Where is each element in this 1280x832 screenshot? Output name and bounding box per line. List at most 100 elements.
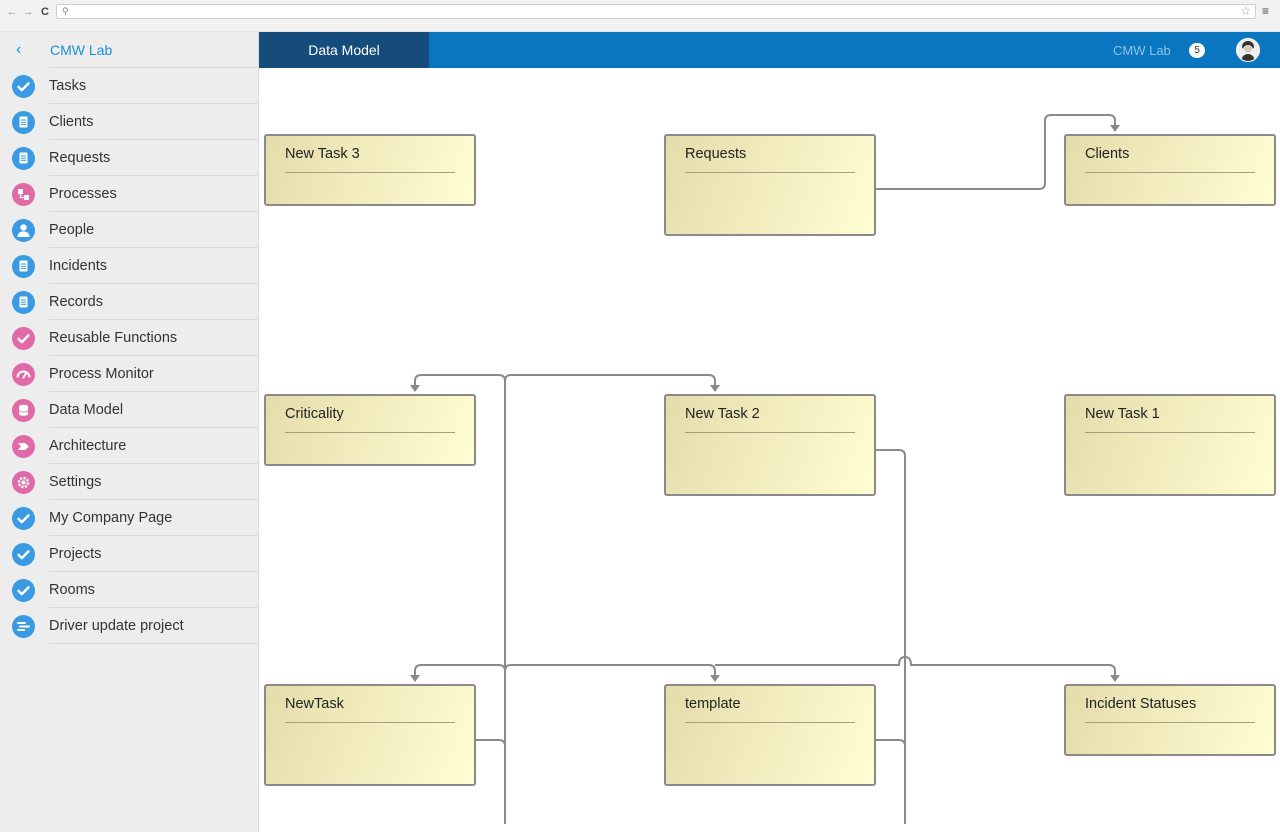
divider bbox=[1085, 432, 1255, 433]
connector-new-task-2 bbox=[875, 449, 906, 824]
search-icon: ⚲ bbox=[62, 6, 69, 16]
sidebar-item-label: Records bbox=[49, 294, 103, 310]
process-icon bbox=[12, 183, 35, 206]
sidebar-item-my-company-page[interactable]: My Company Page bbox=[0, 500, 258, 536]
sidebar-item-label: Tasks bbox=[49, 78, 87, 94]
sidebar-item-driver-update-project[interactable]: Driver update project bbox=[0, 608, 258, 644]
document-icon bbox=[12, 111, 35, 134]
sidebar-item-settings[interactable]: Settings bbox=[0, 464, 258, 500]
divider bbox=[685, 722, 855, 723]
entity-clients[interactable]: Clients bbox=[1064, 134, 1276, 206]
sidebar-item-process-monitor[interactable]: Process Monitor bbox=[0, 356, 258, 392]
document-icon bbox=[12, 255, 35, 278]
entity-newtask[interactable]: NewTask bbox=[264, 684, 476, 786]
sidebar-item-label: Projects bbox=[49, 546, 102, 562]
arrowhead-clients bbox=[1110, 125, 1120, 132]
arrowhead-criticality bbox=[410, 385, 420, 392]
address-bar[interactable]: ⚲ ☆ bbox=[56, 4, 1256, 19]
connector-to-incident-statuses bbox=[715, 655, 1116, 676]
diagram-canvas[interactable]: New Task 3 Requests Clients Criticality … bbox=[259, 68, 1280, 832]
sidebar-item-label: Reusable Functions bbox=[49, 330, 178, 346]
sidebar-item-architecture[interactable]: Architecture bbox=[0, 428, 258, 464]
workspace-name[interactable]: CMW Lab bbox=[1113, 43, 1171, 58]
entity-title: New Task 2 bbox=[685, 406, 760, 422]
chevron-left-icon[interactable]: ‹ bbox=[16, 41, 21, 59]
check-icon bbox=[12, 75, 35, 98]
connector-newtask bbox=[475, 739, 506, 747]
sidebar-item-label: People bbox=[49, 222, 95, 238]
forward-arrow-icon[interactable]: → bbox=[22, 5, 34, 19]
sidebar-item-people[interactable]: People bbox=[0, 212, 258, 248]
sidebar-item-processes[interactable]: Processes bbox=[0, 176, 258, 212]
entity-title: New Task 3 bbox=[285, 146, 360, 162]
entity-incident-statuses[interactable]: Incident Statuses bbox=[1064, 684, 1276, 756]
sidebar-header: ‹ CMW Lab bbox=[0, 32, 258, 68]
entity-title: Incident Statuses bbox=[1085, 696, 1197, 712]
divider bbox=[1085, 172, 1255, 173]
sidebar-item-label: Incidents bbox=[49, 258, 108, 274]
sidebar-item-data-model[interactable]: Data Model bbox=[0, 392, 258, 428]
sidebar-item-tasks[interactable]: Tasks bbox=[0, 68, 258, 104]
sidebar-title[interactable]: CMW Lab bbox=[50, 42, 112, 58]
divider bbox=[1085, 722, 1255, 723]
gantt-icon bbox=[12, 615, 35, 638]
arrowhead-incident-statuses bbox=[1110, 675, 1120, 682]
avatar[interactable] bbox=[1236, 38, 1260, 62]
entity-requests[interactable]: Requests bbox=[664, 134, 876, 236]
document-icon bbox=[12, 291, 35, 314]
divider bbox=[285, 722, 455, 723]
arrowhead-new-task-2 bbox=[710, 385, 720, 392]
entity-new-task-3[interactable]: New Task 3 bbox=[264, 134, 476, 206]
gear-icon bbox=[12, 471, 35, 494]
sidebar-item-label: Requests bbox=[49, 150, 111, 166]
entity-new-task-1[interactable]: New Task 1 bbox=[1064, 394, 1276, 496]
sidebar-item-label: My Company Page bbox=[49, 510, 173, 526]
sidebar-item-projects[interactable]: Projects bbox=[0, 536, 258, 572]
entity-new-task-2[interactable]: New Task 2 bbox=[664, 394, 876, 496]
sidebar-item-clients[interactable]: Clients bbox=[0, 104, 258, 140]
sidebar-item-label: Process Monitor bbox=[49, 366, 154, 382]
sidebar: ‹ CMW Lab Tasks Clients Requests Process… bbox=[0, 32, 259, 832]
divider bbox=[685, 432, 855, 433]
check-icon bbox=[12, 579, 35, 602]
sidebar-item-label: Processes bbox=[49, 186, 117, 202]
tab-data-model[interactable]: Data Model bbox=[259, 32, 429, 68]
entity-criticality[interactable]: Criticality bbox=[264, 394, 476, 466]
browser-menu-icon[interactable]: ≡ bbox=[1262, 4, 1269, 18]
entity-title: Requests bbox=[685, 146, 747, 162]
sidebar-item-label: Rooms bbox=[49, 582, 95, 598]
sidebar-item-label: Data Model bbox=[49, 402, 124, 418]
arrowhead-template bbox=[710, 675, 720, 682]
connector-to-newtask bbox=[414, 664, 506, 676]
sidebar-item-label: Settings bbox=[49, 474, 102, 490]
sidebar-item-label: Driver update project bbox=[49, 618, 184, 634]
browser-toolbar: ← → C ⚲ ☆ ≡ bbox=[0, 0, 1280, 32]
sidebar-item-label: Clients bbox=[49, 114, 94, 130]
sidebar-item-records[interactable]: Records bbox=[0, 284, 258, 320]
person-icon bbox=[12, 219, 35, 242]
check-icon bbox=[12, 543, 35, 566]
database-icon bbox=[12, 399, 35, 422]
entity-title: Criticality bbox=[285, 406, 344, 422]
entity-title: Clients bbox=[1085, 146, 1130, 162]
sidebar-item-incidents[interactable]: Incidents bbox=[0, 248, 258, 284]
document-icon bbox=[12, 147, 35, 170]
divider bbox=[285, 172, 455, 173]
arrowhead-newtask bbox=[410, 675, 420, 682]
entity-title: template bbox=[685, 696, 741, 712]
entity-title: NewTask bbox=[285, 696, 344, 712]
sidebar-item-label: Architecture bbox=[49, 438, 127, 454]
notification-badge[interactable]: 5 bbox=[1189, 43, 1205, 58]
bookmark-star-icon[interactable]: ☆ bbox=[1240, 4, 1251, 18]
gauge-icon bbox=[12, 363, 35, 386]
back-arrow-icon[interactable]: ← bbox=[6, 5, 18, 19]
divider bbox=[685, 172, 855, 173]
sidebar-item-requests[interactable]: Requests bbox=[0, 140, 258, 176]
reload-icon[interactable]: C bbox=[39, 5, 51, 19]
divider bbox=[49, 643, 258, 644]
entity-template[interactable]: template bbox=[664, 684, 876, 786]
sidebar-item-rooms[interactable]: Rooms bbox=[0, 572, 258, 608]
sidebar-item-reusable-functions[interactable]: Reusable Functions bbox=[0, 320, 258, 356]
check-icon bbox=[12, 507, 35, 530]
check-icon bbox=[12, 327, 35, 350]
